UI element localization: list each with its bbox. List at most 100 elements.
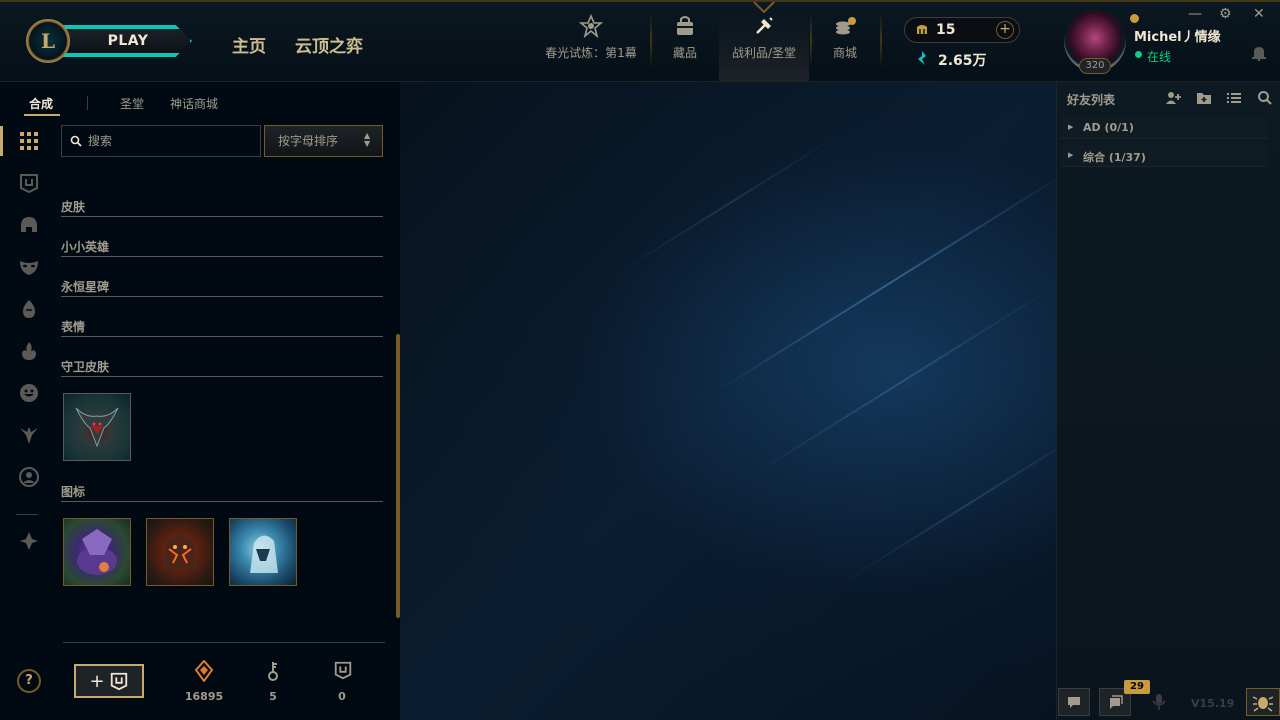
bell-icon[interactable]: [1252, 45, 1266, 61]
play-area: L PLAY: [26, 19, 192, 63]
frost-warrior-icon: [250, 535, 278, 573]
orange-essence-count: 16895: [184, 690, 224, 703]
chest-count-icon: [334, 661, 352, 680]
microphone-icon[interactable]: [1151, 692, 1167, 712]
friend-group-label: 综合 (1/37): [1083, 151, 1146, 164]
version-label: V15.19: [1191, 697, 1235, 710]
help-button[interactable]: ?: [17, 669, 41, 693]
skin-mask-icon[interactable]: [18, 256, 40, 278]
emote-face-icon[interactable]: [18, 382, 40, 404]
friends-list-title: 好友列表: [1067, 93, 1116, 107]
caret-right-icon: ▶: [1068, 151, 1074, 159]
chat-button[interactable]: [1058, 688, 1090, 716]
side-divider: [16, 514, 38, 515]
bug-report-button[interactable]: [1246, 688, 1280, 716]
category-divider: [61, 376, 383, 377]
summoner-icon-item[interactable]: [146, 518, 214, 586]
add-friend-icon[interactable]: [1165, 90, 1181, 106]
ward-skin-item[interactable]: [63, 393, 131, 461]
background-streak: [746, 286, 1054, 480]
lava-golem-icon: [161, 533, 199, 569]
purple-creature-icon: [77, 529, 117, 575]
category-divider: [61, 296, 383, 297]
little-legend-icon[interactable]: [18, 298, 40, 320]
materials-icon[interactable]: [18, 530, 40, 552]
play-button[interactable]: PLAY: [56, 25, 192, 57]
main-loot-area: [400, 82, 1056, 720]
sort-arrows-icon: ▲ ▼: [364, 131, 371, 148]
loot-hammer-icon: [756, 17, 773, 34]
tab-divider: [880, 12, 882, 68]
subtab-craft[interactable]: 合成: [29, 95, 53, 112]
tab-loot-label: 战利品/圣堂: [731, 46, 797, 60]
craft-chest-button[interactable]: +: [74, 664, 144, 698]
loot-panel: [0, 82, 400, 720]
summoner-icon-item[interactable]: [229, 518, 297, 586]
ward-totem-icon[interactable]: [18, 424, 40, 446]
side-active-indicator: [0, 126, 3, 156]
chest-icon: [110, 672, 127, 691]
craft-plus: +: [89, 670, 105, 692]
key-count: 5: [269, 690, 277, 703]
chat-bubble-icon: [1068, 697, 1080, 708]
category-divider: [61, 256, 383, 257]
key-icon: [268, 662, 278, 681]
list-view-icon[interactable]: [1226, 90, 1242, 106]
nav-home[interactable]: 主页: [232, 32, 266, 57]
tab-collection[interactable]: 藏品: [660, 14, 710, 82]
grid-all-icon[interactable]: [18, 130, 40, 152]
add-folder-icon[interactable]: [1196, 90, 1212, 106]
close-button[interactable]: ✕: [1253, 6, 1265, 22]
summoner-icon-item[interactable]: [63, 518, 131, 586]
orange-essence-icon: [194, 660, 214, 682]
eternals-flame-icon[interactable]: [18, 340, 40, 362]
settings-button[interactable]: ⚙: [1219, 6, 1232, 22]
caret-right-icon: ▶: [1068, 123, 1074, 131]
bug-icon: [1252, 696, 1274, 712]
chest-count: 0: [338, 690, 346, 703]
tab-trial[interactable]: 春光试炼：第1幕: [540, 14, 642, 82]
search-input[interactable]: 搜索: [61, 125, 261, 157]
category-little-legends[interactable]: 小小英雄: [61, 238, 109, 255]
friends-panel: [1056, 82, 1280, 720]
background-streak: [711, 170, 1056, 396]
bottom-divider: [63, 642, 385, 643]
chest-icon[interactable]: [18, 172, 40, 194]
online-status-dot: [1135, 51, 1142, 58]
play-button-label: PLAY: [107, 33, 149, 49]
category-divider: [61, 501, 383, 502]
friend-search-icon[interactable]: [1257, 90, 1273, 106]
tab-divider: [650, 12, 652, 68]
online-status[interactable]: 在线: [1147, 48, 1171, 65]
background-streak: [842, 422, 1056, 584]
store-coins-icon: [836, 17, 856, 35]
nav-tft[interactable]: 云顶之弈: [295, 32, 363, 57]
username[interactable]: Michel丿情缘: [1134, 26, 1221, 45]
category-ward-skins[interactable]: 守卫皮肤: [61, 358, 109, 375]
category-divider: [61, 336, 383, 337]
category-divider: [61, 216, 383, 217]
category-icons[interactable]: 图标: [61, 483, 85, 500]
riot-points-icon: [917, 25, 927, 34]
friend-group-label: AD (0/1): [1083, 121, 1134, 134]
category-emotes[interactable]: 表情: [61, 318, 85, 335]
category-skins[interactable]: 皮肤: [61, 198, 85, 215]
subtab-divider: [87, 96, 88, 110]
subtab-sanctum[interactable]: 圣堂: [120, 95, 144, 112]
search-icon: [70, 135, 82, 147]
tab-divider: [810, 12, 812, 68]
buy-rp-button[interactable]: +: [996, 21, 1014, 39]
tab-loot[interactable]: 战利品/圣堂: [719, 14, 809, 82]
category-eternals[interactable]: 永恒星碑: [61, 278, 109, 295]
subtab-mythic-shop[interactable]: 神话商城: [170, 95, 218, 112]
trial-icon: [579, 14, 603, 38]
tab-store[interactable]: 商城: [820, 14, 870, 82]
blue-essence-icon: [918, 51, 926, 65]
league-logo[interactable]: L: [26, 19, 70, 63]
level-badge: 320: [1079, 58, 1111, 74]
champion-helmet-icon[interactable]: [18, 214, 40, 236]
minimize-button[interactable]: —: [1188, 6, 1202, 22]
tab-collection-label: 藏品: [672, 46, 697, 60]
tab-store-label: 商城: [832, 46, 857, 60]
profile-icon-icon[interactable]: [18, 466, 40, 488]
